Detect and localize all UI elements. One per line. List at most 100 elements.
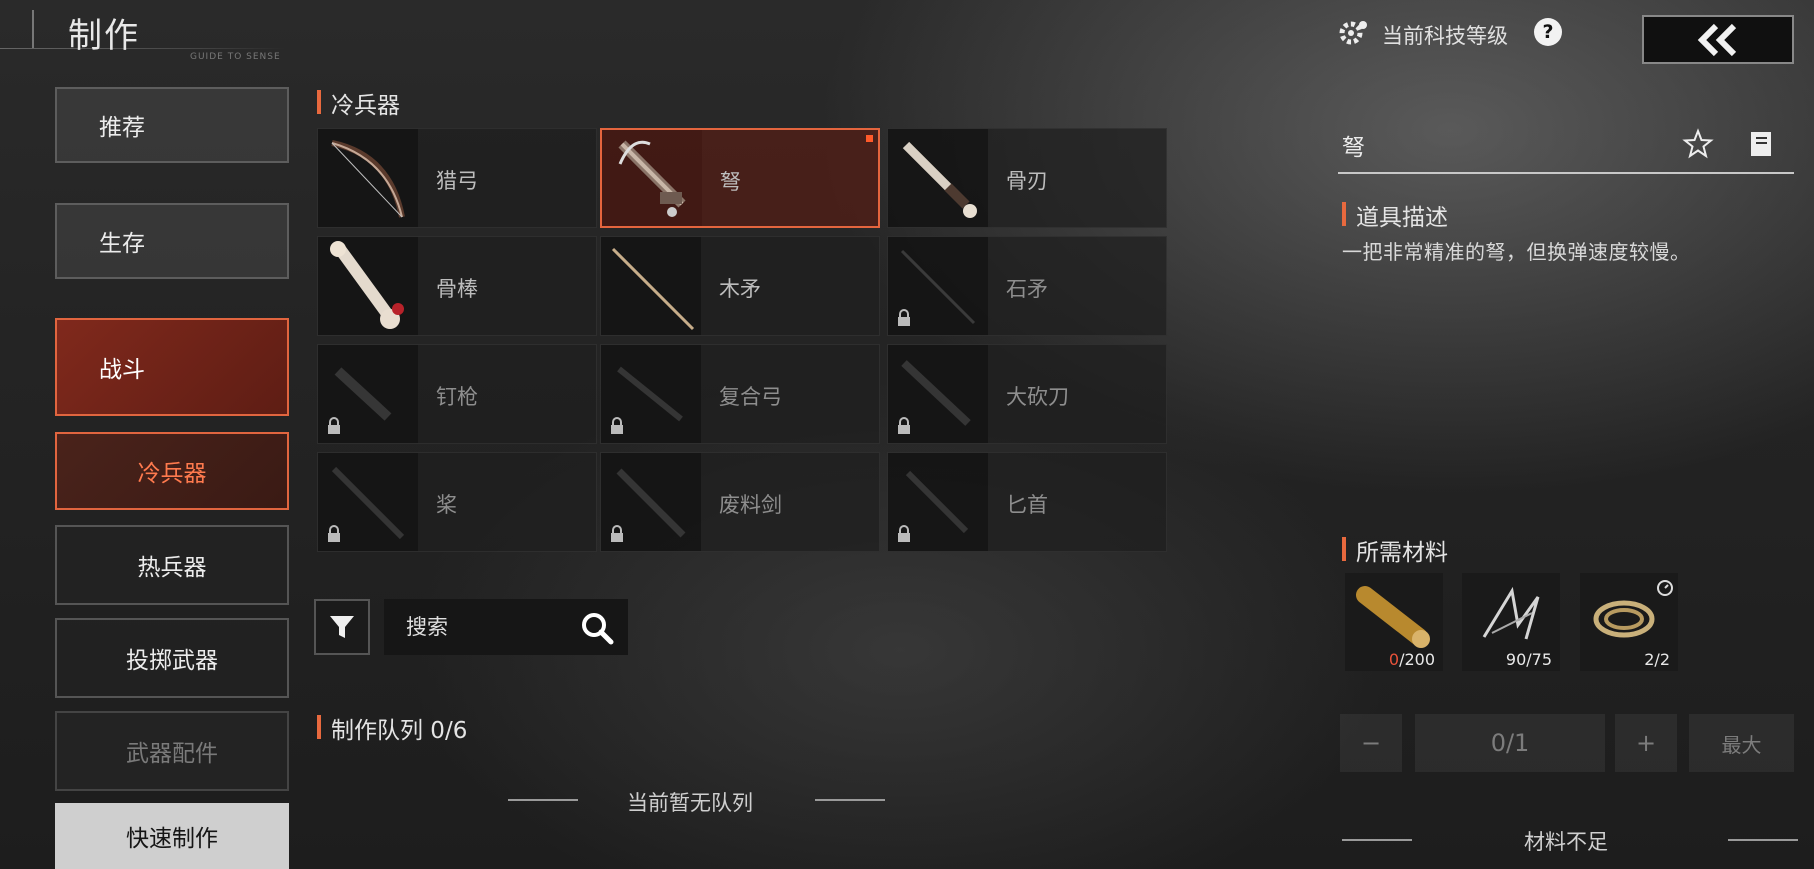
metal-scrap-icon [1482,586,1540,640]
grid-item-compound-bow[interactable]: 复合弓 [600,344,880,444]
sidebar-subitem-firearms[interactable]: 热兵器 [55,525,289,605]
book-icon[interactable] [1748,130,1774,158]
increase-button[interactable]: + [1615,714,1677,772]
description-header: 道具描述 [1342,198,1448,232]
materials-header: 所需材料 [1342,533,1448,567]
item-name: 废料剑 [719,493,782,517]
grid-item-paddle[interactable]: 桨 [317,452,597,552]
sidebar-subitem-label: 投掷武器 [126,648,218,674]
sidebar-item-survival[interactable]: 生存 [55,203,289,279]
grid-item-scrap-sword[interactable]: 废料剑 [600,452,880,552]
item-name: 骨棒 [436,277,478,301]
max-button[interactable]: 最大 [1689,714,1794,772]
new-indicator-dot [866,135,873,142]
lock-icon [898,525,910,542]
lock-icon [898,309,910,326]
search-icon[interactable] [580,611,614,645]
item-name: 石矛 [1006,277,1048,301]
search-input[interactable] [406,613,556,641]
material-slot-wood[interactable]: 0/200 [1345,573,1443,671]
item-name: 匕首 [1006,493,1048,517]
lock-icon [328,525,340,542]
sidebar-subitem-melee[interactable]: 冷兵器 [55,432,289,510]
item-name: 钉枪 [436,385,478,409]
sidebar-item-label: 战斗 [99,357,145,383]
sidebar-item-label: 推荐 [99,115,145,141]
divider-line [1342,839,1412,841]
item-name: 复合弓 [719,385,782,409]
filter-button[interactable] [314,599,370,655]
item-title: 弩 [1342,135,1365,161]
category-label: 冷兵器 [317,86,400,120]
quick-craft-label: 快速制作 [126,826,218,852]
item-description: 一把非常精准的弩，但换弹速度较慢。 [1342,240,1691,264]
bone-club-icon [330,241,404,329]
help-icon[interactable]: ? [1534,18,1562,46]
decrease-button[interactable]: − [1340,714,1402,772]
divider-line [815,799,885,801]
grid-item-machete[interactable]: 大砍刀 [887,344,1167,444]
item-thumb [888,129,988,227]
item-name: 木矛 [719,277,761,301]
double-chevron-left-icon [1697,23,1737,56]
grid-item-nail-gun[interactable]: 钉枪 [317,344,597,444]
header-underline [0,48,285,49]
grid-item-wooden-spear[interactable]: 木矛 [600,236,880,336]
divider-line [1728,839,1798,841]
material-count: 2/2 [1644,650,1670,669]
wood-log-icon [1356,586,1430,648]
item-thumb [601,237,701,335]
grid-item-bone-blade[interactable]: 骨刃 [887,128,1167,228]
sidebar-subitem-label: 冷兵器 [137,461,207,487]
item-thumb [318,129,418,227]
item-name: 骨刃 [1006,169,1048,193]
item-name: 猎弓 [436,169,478,193]
sidebar-item-recommended[interactable]: 推荐 [55,87,289,163]
sidebar-subitem-attachments[interactable]: 武器配件 [55,711,289,791]
sidebar-item-label: 生存 [99,231,145,257]
grid-item-stone-spear[interactable]: 石矛 [887,236,1167,336]
sidebar-subitem-label: 武器配件 [126,741,218,767]
tech-level-label: 当前科技等级 [1382,24,1508,48]
sidebar-subitem-label: 热兵器 [137,555,207,581]
quick-craft-button[interactable]: 快速制作 [55,803,289,869]
lock-icon [328,417,340,434]
grid-item-bone-club[interactable]: 骨棒 [317,236,597,336]
gear-icon [1339,21,1367,45]
item-thumb [602,130,702,226]
hunting-bow-icon [331,140,405,218]
material-count: 90/75 [1505,650,1552,669]
grid-item-dagger[interactable]: 匕首 [887,452,1167,552]
status-text: 材料不足 [1524,830,1608,854]
search-bar [384,599,628,655]
lock-icon [898,417,910,434]
item-name: 大砍刀 [1006,385,1069,409]
material-slot-rope[interactable]: 2/2 [1580,573,1678,671]
bone-blade-icon [902,141,977,218]
header-corner-mark [32,10,48,48]
item-thumb [318,237,418,335]
queue-label: 制作队列 0/6 [317,711,467,745]
quantity-field[interactable]: 0/1 [1415,714,1605,772]
material-count: 0/200 [1388,650,1435,669]
page-subtitle: GUIDE TO SENSE [190,52,281,62]
crossbow-icon [618,140,686,217]
star-icon[interactable] [1682,128,1714,160]
back-button[interactable] [1642,15,1794,64]
lock-icon [611,417,623,434]
sidebar-item-combat[interactable]: 战斗 [55,318,289,416]
lock-icon [611,525,623,542]
item-name: 桨 [436,493,457,517]
sidebar-subitem-throwables[interactable]: 投掷武器 [55,618,289,698]
wooden-spear-icon [611,247,695,331]
filter-icon [330,616,354,638]
grid-item-hunting-bow[interactable]: 猎弓 [317,128,597,228]
divider-line [508,799,578,801]
queue-empty-text: 当前暂无队列 [627,791,753,815]
title-divider [1338,172,1794,174]
material-slot-scrap[interactable]: 90/75 [1462,573,1560,671]
item-name: 弩 [720,170,741,194]
grid-item-crossbow[interactable]: 弩 [600,128,880,228]
page-title: 制作 [68,16,140,56]
timer-badge-icon [1657,580,1673,596]
